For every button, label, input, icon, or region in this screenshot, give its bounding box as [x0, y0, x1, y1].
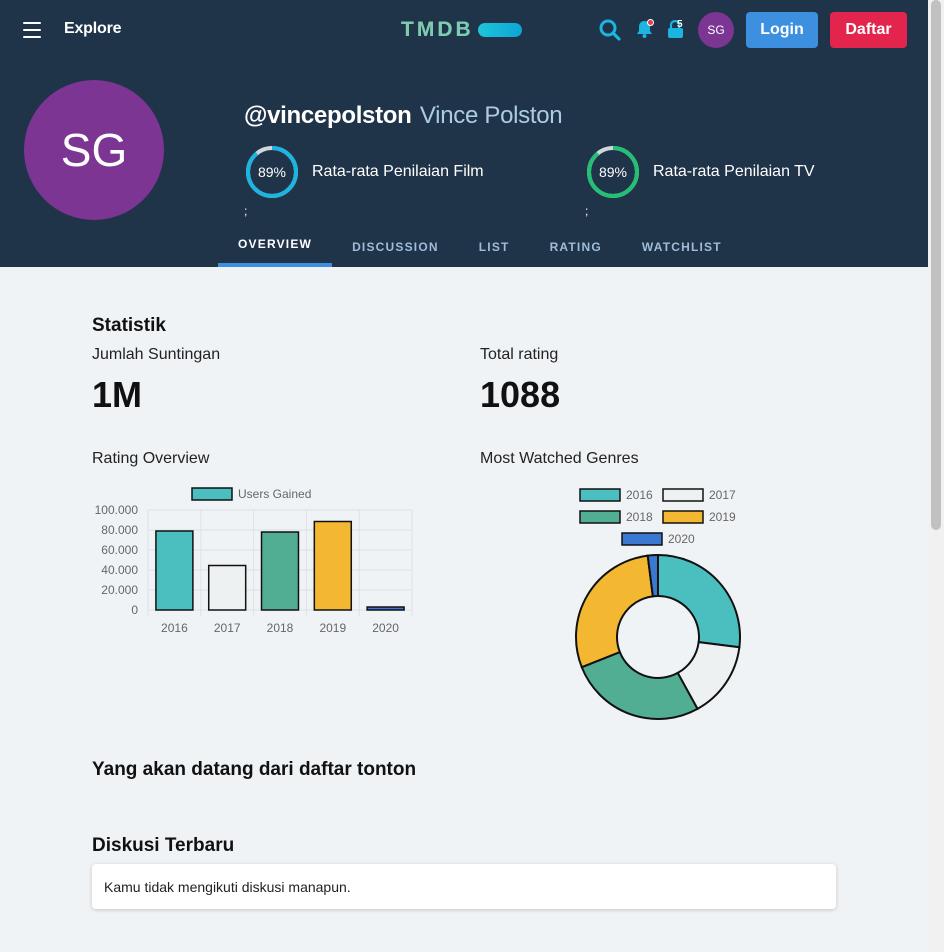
page-scrollbar[interactable]: [928, 0, 944, 952]
legend-label: 2019: [709, 510, 736, 524]
film-score-value: 89%: [257, 164, 287, 180]
notification-bell-icon[interactable]: [636, 19, 654, 43]
x-tick-label: 2017: [214, 621, 241, 635]
y-tick-label: 100.000: [95, 503, 139, 517]
profile-tabs: OVERVIEW DISCUSSION LIST RATING WATCHLIS…: [218, 226, 742, 267]
legend-label: 2018: [626, 510, 653, 524]
tmdb-logo[interactable]: TMDB: [401, 18, 522, 42]
legend-label: Users Gained: [238, 487, 311, 501]
stray-character: ;: [244, 204, 248, 218]
film-score-ring: 89%: [244, 144, 300, 200]
profile-name: @vincepolston Vince Polston: [244, 102, 563, 130]
username[interactable]: @vincepolston: [244, 102, 412, 129]
discussion-heading: Diskusi Terbaru: [92, 835, 235, 856]
legend-swatch: [662, 488, 704, 502]
ratings-label: Total rating: [480, 346, 559, 363]
tab-label: RATING: [549, 239, 602, 254]
legend-swatch: [579, 510, 621, 524]
notification-dot: [647, 19, 654, 26]
legend-label: 2020: [668, 532, 695, 546]
logo-pill-shape: [477, 23, 522, 37]
y-tick-label: 40.000: [101, 563, 138, 577]
legend-swatch: [191, 487, 233, 501]
login-button[interactable]: Login: [746, 12, 818, 48]
x-tick-label: 2019: [319, 621, 346, 635]
rating-overview-title: Rating Overview: [92, 450, 210, 467]
menu-icon[interactable]: [23, 22, 41, 38]
legend-swatch: [579, 488, 621, 502]
bar: [260, 531, 300, 611]
discussion-empty-card: Kamu tidak mengikuti diskusi manapun.: [92, 864, 836, 909]
tab-label: DISCUSSION: [352, 239, 439, 254]
profile-avatar: SG: [24, 80, 164, 220]
ratings-value: 1088: [480, 374, 561, 415]
lock-icon[interactable]: 5: [667, 19, 684, 43]
signup-button[interactable]: Daftar: [830, 12, 907, 48]
search-icon[interactable]: [598, 18, 622, 47]
donut-slice: [575, 554, 654, 669]
x-tick-label: 2018: [267, 621, 294, 635]
stats-heading: Statistik: [92, 315, 166, 336]
tab-label: LIST: [478, 239, 510, 254]
rating-overview-bar-chart: Users Gained 100.000 80.000 60.000 40.000 20.…: [95, 487, 413, 635]
top-navbar: Explore TMDB 5 SG Login Daftar: [0, 0, 928, 60]
legend-swatch: [621, 532, 663, 546]
tab-list[interactable]: LIST: [459, 226, 530, 267]
genres-donut-chart: 2016 2017 2018 2019 2020: [575, 488, 741, 720]
tab-overview[interactable]: OVERVIEW: [218, 226, 333, 267]
tv-score-ring: 89%: [585, 144, 641, 200]
x-tick-label: 2016: [161, 621, 188, 635]
tv-score-label: Rata-rata Penilaian TV: [653, 163, 815, 180]
explore-link[interactable]: Explore: [64, 20, 121, 38]
genres-title: Most Watched Genres: [480, 450, 639, 467]
tab-discussion[interactable]: DISCUSSION: [332, 226, 459, 267]
film-score-label: Rata-rata Penilaian Film: [312, 163, 484, 180]
donut-slice: [657, 553, 741, 649]
upcoming-heading: Yang akan datang dari daftar tonton: [92, 759, 417, 780]
notification-count: 5: [677, 19, 683, 30]
user-avatar[interactable]: SG: [698, 12, 734, 48]
y-tick-label: 60.000: [101, 543, 138, 557]
logo-text: TMDB: [401, 18, 474, 41]
tab-rating[interactable]: RATING: [530, 226, 622, 267]
bar: [313, 520, 353, 611]
real-name: Vince Polston: [419, 102, 563, 129]
discussion-empty-text: Kamu tidak mengikuti diskusi manapun.: [104, 878, 351, 895]
bar: [155, 530, 194, 611]
y-tick-label: 0: [131, 603, 138, 617]
scrollbar-thumb[interactable]: [931, 0, 941, 530]
tv-score-value: 89%: [598, 164, 628, 180]
tab-label: WATCHLIST: [641, 239, 722, 254]
legend-label: 2017: [709, 488, 736, 502]
legend-swatch: [662, 510, 704, 524]
bar: [207, 564, 247, 611]
tab-label: OVERVIEW: [238, 236, 313, 251]
stray-character: ;: [585, 204, 589, 218]
tv-score: 89% Rata-rata Penilaian TV: [585, 144, 815, 200]
x-tick-label: 2020: [372, 621, 399, 635]
bar: [366, 606, 405, 611]
edits-label: Jumlah Suntingan: [92, 346, 221, 363]
profile-header: SG @vincepolston Vince Polston 89% Rata-…: [0, 60, 928, 267]
edits-value: 1M: [92, 374, 143, 415]
y-tick-label: 80.000: [101, 523, 138, 537]
legend-label: 2016: [626, 488, 653, 502]
donut-slice: [580, 650, 699, 720]
y-tick-label: 20.000: [101, 583, 138, 597]
film-score: 89% Rata-rata Penilaian Film: [244, 144, 484, 200]
tab-watchlist[interactable]: WATCHLIST: [622, 226, 742, 267]
